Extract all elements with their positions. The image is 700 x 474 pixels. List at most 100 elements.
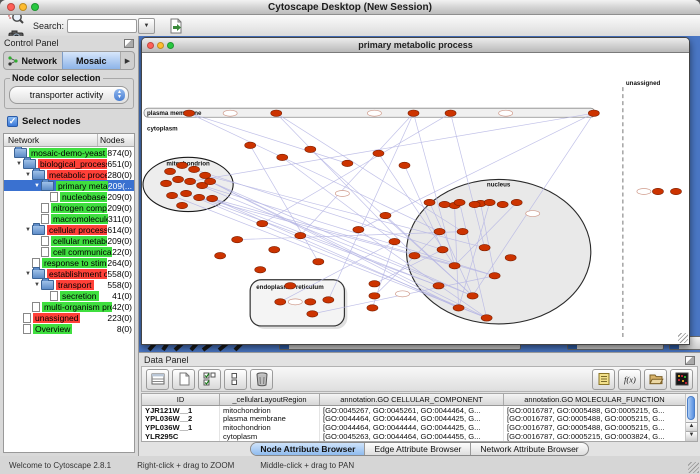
close-button[interactable] — [7, 3, 15, 11]
tab-edge-attribute-browser[interactable]: Edge Attribute Browser — [365, 443, 471, 455]
formula-builder-icon[interactable]: f(x) — [618, 369, 641, 390]
network-node[interactable] — [389, 238, 400, 244]
network-node[interactable] — [497, 201, 508, 207]
network-node[interactable] — [467, 293, 478, 299]
network-node[interactable] — [185, 178, 196, 184]
resize-grip[interactable] — [678, 333, 688, 343]
network-node[interactable] — [167, 192, 178, 198]
network-node[interactable] — [453, 305, 464, 311]
search-dropdown-button[interactable]: ▼ — [138, 18, 155, 34]
search-input[interactable] — [67, 19, 137, 33]
network-node[interactable] — [434, 228, 445, 234]
network-node[interactable] — [207, 195, 218, 201]
import-network-icon[interactable] — [165, 17, 187, 36]
tree-expander-icon[interactable]: ▼ — [33, 183, 41, 189]
network-node[interactable] — [457, 228, 468, 234]
scroll-down-icon[interactable]: ▼ — [686, 431, 697, 441]
network-node[interactable] — [353, 226, 364, 232]
network-tree-row[interactable]: ▼transport558(0) — [4, 279, 134, 290]
tree-expander-icon[interactable]: ▼ — [24, 172, 32, 178]
minimize-button[interactable] — [157, 42, 164, 49]
network-node[interactable] — [189, 166, 200, 172]
tree-expander-icon[interactable]: ▼ — [33, 282, 41, 288]
select-nodes-checkbox[interactable]: ✓ — [7, 116, 18, 127]
network-node[interactable] — [285, 283, 296, 289]
network-node[interactable] — [305, 299, 316, 305]
table-row[interactable]: YJR121W__1mitochondrion[GO:0045267, GO:0… — [142, 406, 686, 415]
scrollbar-thumb[interactable] — [687, 396, 695, 420]
select-all-attributes-icon[interactable] — [198, 369, 221, 390]
tree-expander-icon[interactable]: ▼ — [24, 271, 32, 277]
network-node[interactable] — [511, 199, 522, 205]
network-tree-row[interactable]: Overview8(0) — [4, 323, 134, 334]
network-node[interactable] — [215, 252, 226, 258]
network-tree-row[interactable]: ▼primary metabo209(... — [4, 180, 134, 191]
network-tree-row[interactable]: nitrogen compo209(0) — [4, 202, 134, 213]
network-tree-row[interactable]: macromolecule311(0) — [4, 213, 134, 224]
network-node[interactable] — [424, 199, 435, 205]
network-node[interactable] — [275, 299, 286, 305]
column-header[interactable]: annotation.GO MOLECULAR_FUNCTION — [504, 394, 686, 405]
table-row[interactable]: YLR295Ccytoplasm[GO:0045263, GO:0044464,… — [142, 432, 686, 441]
attribute-notes-icon[interactable] — [592, 369, 615, 390]
network-node[interactable] — [454, 199, 465, 205]
network-tree-row[interactable]: cell communicat22(0) — [4, 246, 134, 257]
network-node[interactable] — [269, 246, 280, 252]
float-panel-icon[interactable] — [124, 39, 134, 48]
network-node[interactable] — [439, 201, 450, 207]
network-node[interactable] — [177, 202, 188, 208]
network-node[interactable] — [271, 110, 282, 116]
network-tree-row[interactable]: unassigned223(0) — [4, 312, 134, 323]
network-node[interactable] — [373, 150, 384, 156]
network-node[interactable] — [369, 281, 380, 287]
table-row[interactable]: YPL036W__1mitochondrion[GO:0044464, GO:0… — [142, 423, 686, 432]
import-attributes-icon[interactable] — [644, 369, 667, 390]
network-node[interactable] — [200, 172, 211, 178]
network-node[interactable] — [342, 160, 353, 166]
network-node[interactable] — [479, 244, 490, 250]
network-node[interactable] — [295, 232, 306, 238]
tab-node-attribute-browser[interactable]: Node Attribute Browser — [251, 443, 365, 455]
network-node[interactable] — [670, 188, 681, 194]
network-node[interactable] — [380, 212, 391, 218]
column-header[interactable]: _cellularLayoutRegion — [220, 394, 320, 405]
network-node[interactable] — [484, 199, 495, 205]
network-node[interactable] — [408, 110, 419, 116]
attribute-matrix-icon[interactable] — [670, 369, 693, 390]
network-node[interactable] — [307, 311, 318, 317]
network-node[interactable] — [313, 259, 324, 265]
table-row[interactable]: YKR052Ccytoplasm[GO:0044464, GO:0044446,… — [142, 440, 686, 442]
network-node[interactable] — [399, 162, 410, 168]
zoom-button[interactable] — [167, 42, 174, 49]
table-scrollbar[interactable]: ▲ ▼ — [685, 394, 697, 441]
node-color-combo[interactable]: transporter activity ▲▼ — [9, 86, 129, 104]
network-view-titlebar[interactable]: primary metabolic process — [142, 38, 689, 53]
tree-expander-icon[interactable]: ▼ — [24, 227, 32, 233]
network-view-window[interactable]: primary metabolic process plasma membran… — [141, 37, 690, 345]
network-node[interactable] — [481, 315, 492, 321]
network-node[interactable] — [194, 194, 205, 200]
delete-attribute-icon[interactable] — [250, 369, 273, 390]
network-node[interactable] — [184, 110, 195, 116]
table-row[interactable]: YPL036W__2plasma membrane[GO:0044464, GO… — [142, 415, 686, 424]
tab-mosaic[interactable]: Mosaic — [62, 52, 121, 69]
tab-network-attribute-browser[interactable]: Network Attribute Browser — [471, 443, 587, 455]
network-tree-row[interactable]: ▼metabolic process280(0) — [4, 169, 134, 180]
network-canvas[interactable]: plasma membranecytoplasmmitochondrionnuc… — [142, 53, 689, 344]
network-node[interactable] — [181, 190, 192, 196]
network-tree-row[interactable]: ▼biological_process651(0) — [4, 158, 134, 169]
tab-overflow-arrow[interactable]: ▶ — [120, 52, 134, 69]
column-header[interactable]: ID — [142, 394, 220, 405]
network-node[interactable] — [409, 252, 420, 258]
network-node[interactable] — [165, 168, 176, 174]
network-node[interactable] — [232, 236, 243, 242]
network-node[interactable] — [245, 142, 256, 148]
create-attribute-icon[interactable] — [172, 369, 195, 390]
network-node[interactable] — [161, 180, 172, 186]
network-node[interactable] — [173, 176, 184, 182]
network-tree-row[interactable]: secretion41(0) — [4, 290, 134, 301]
tree-expander-icon[interactable]: ▼ — [15, 161, 23, 167]
float-panel-icon[interactable] — [685, 356, 695, 365]
network-node[interactable] — [205, 178, 216, 184]
attribute-select-icon[interactable] — [146, 369, 169, 390]
